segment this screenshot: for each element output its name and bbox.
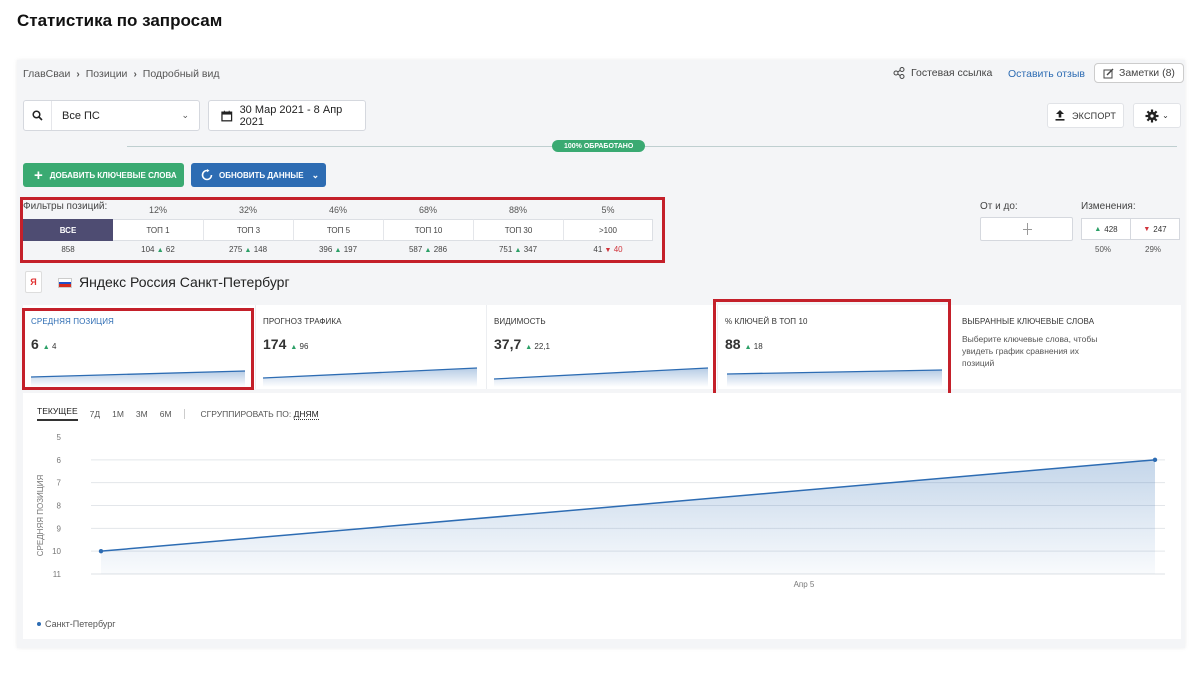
export-button[interactable]: ЭКСПОРТ [1047, 103, 1124, 128]
data-point [1152, 457, 1158, 463]
series-area [101, 459, 1155, 574]
changes-label: Изменения: [1081, 201, 1136, 212]
upload-icon [1055, 110, 1065, 121]
card-label: ВЫБРАННЫЕ КЛЮЧЕВЫЕ СЛОВА [962, 317, 1095, 326]
search-icon [24, 101, 52, 130]
sparkline [262, 367, 478, 387]
settings-button[interactable]: ⌄ [1133, 103, 1181, 128]
changes-up-filter[interactable]: ▲ 428 [1081, 218, 1131, 240]
update-data-label: ОБНОВИТЬ ДАННЫЕ [219, 170, 304, 180]
edit-icon [1103, 68, 1114, 78]
tabs-divider [183, 408, 185, 419]
processing-progress-line [127, 146, 1177, 147]
date-range-label: 30 Мар 2021 - 8 Апр 2021 [239, 103, 343, 128]
share-icon [893, 67, 905, 79]
y-tick-label: 9 [57, 524, 62, 533]
chevron-right-icon: › [76, 68, 80, 80]
y-tick-label: 5 [57, 433, 62, 442]
card-value: 174 ▲ 96 [263, 336, 309, 352]
highlight-box-average-position [22, 308, 254, 390]
chevron-down-icon: ⌄ [181, 110, 189, 120]
chevron-down-icon: ⌄ [311, 169, 320, 180]
card-description: Выберите ключевые слова, чтобы увидеть г… [962, 334, 1098, 368]
breadcrumb-item[interactable]: Позиции [86, 68, 128, 80]
tab-1m[interactable]: 1М [112, 409, 124, 419]
notes-label: Заметки (8) [1119, 67, 1175, 79]
y-tick-label: 7 [57, 479, 62, 488]
search-engine-select[interactable]: Все ПС ⌄ [23, 100, 200, 131]
update-data-button[interactable]: ОБНОВИТЬ ДАННЫЕ ⌄ [191, 163, 326, 187]
add-keywords-button[interactable]: + ДОБАВИТЬ КЛЮЧЕВЫЕ СЛОВА [23, 163, 184, 187]
sparkline [493, 367, 709, 387]
legend-dot [37, 622, 41, 626]
tab-3m[interactable]: 3М [136, 409, 148, 419]
arrow-up-icon: ▲ [1094, 225, 1102, 233]
notes-button[interactable]: Заметки (8) [1094, 63, 1184, 83]
tab-6m[interactable]: 6М [160, 409, 172, 419]
breadcrumb-item: Подробный вид [142, 68, 220, 80]
changes-up-value: 428 [1104, 224, 1118, 234]
changes-up-percent: 50% [1095, 245, 1112, 254]
breadcrumb: ГлавСваи › Позиции › Подробный вид [23, 68, 219, 80]
card-label: ВИДИМОСТЬ [494, 317, 546, 326]
card-visibility[interactable]: ВИДИМОСТЬ 37,7 ▲ 22,1 [486, 305, 717, 389]
region-title: Яндекс Россия Санкт-Петербург [79, 274, 290, 290]
search-engine-value: Все ПС [62, 109, 100, 122]
processed-badge: 100% ОБРАБОТАНО [552, 140, 646, 152]
position-chart: 5 6 7 8 9 10 11 СРЕДНЯЯ ПОЗИЦИЯ Апр 5 [36, 433, 1165, 589]
group-by-select[interactable]: ДНЯМ [293, 408, 319, 420]
changes-down-value: 247 [1153, 224, 1167, 234]
card-value: 37,7 ▲ 22,1 [494, 336, 550, 352]
y-tick-label: 10 [52, 547, 61, 556]
tab-current[interactable]: ТЕКУЩЕЕ [37, 406, 78, 421]
period-tabs: ТЕКУЩЕЕ 7Д 1М 3М 6М СГРУППИРОВАТЬ ПО: ДН… [37, 406, 319, 421]
y-tick-label: 8 [57, 502, 62, 511]
range-dash [1023, 229, 1032, 230]
refresh-icon [201, 169, 213, 181]
add-keywords-label: ДОБАВИТЬ КЛЮЧЕВЫЕ СЛОВА [49, 170, 177, 180]
export-label: ЭКСПОРТ [1071, 110, 1117, 121]
tab-7d[interactable]: 7Д [90, 409, 100, 419]
chevron-right-icon: › [133, 68, 137, 80]
chart-panel: ТЕКУЩЕЕ 7Д 1М 3М 6М СГРУППИРОВАТЬ ПО: ДН… [23, 393, 1181, 639]
changes-down-percent: 29% [1145, 245, 1162, 254]
group-by-label: СГРУППИРОВАТЬ ПО: ДНЯМ [200, 408, 319, 420]
range-label: От и до: [980, 201, 1018, 212]
guest-link-label: Гостевая ссылка [911, 67, 993, 79]
gear-icon [1145, 109, 1159, 122]
date-range-picker[interactable]: 30 Мар 2021 - 8 Апр 2021 [208, 100, 366, 131]
card-selected-keywords: ВЫБРАННЫЕ КЛЮЧЕВЫЕ СЛОВА Выберите ключев… [954, 305, 1181, 389]
y-tick-label: 11 [53, 570, 62, 579]
chevron-down-icon: ⌄ [1162, 111, 1169, 120]
plus-icon: + [34, 166, 43, 184]
russia-flag-icon [58, 278, 72, 288]
y-tick-label: 6 [57, 456, 62, 465]
app-window: ГлавСваи › Позиции › Подробный вид Госте… [17, 60, 1185, 648]
top-bar: ГлавСваи › Позиции › Подробный вид Госте… [17, 60, 1185, 88]
changes-down-filter[interactable]: ▼ 247 [1130, 218, 1180, 240]
breadcrumb-item[interactable]: ГлавСваи [23, 68, 70, 80]
data-point [98, 548, 104, 554]
arrow-down-icon: ▼ [1143, 225, 1151, 233]
card-label: ПРОГНОЗ ТРАФИКА [263, 317, 342, 326]
range-slider-input[interactable] [980, 217, 1073, 241]
chart-legend[interactable]: Санкт-Петербург [37, 619, 116, 629]
filters-highlight-box [20, 197, 665, 263]
legend-label: Санкт-Петербург [45, 619, 116, 629]
page-title: Статистика по запросам [17, 11, 223, 30]
yandex-logo: Я [25, 271, 42, 293]
x-tick-label: Апр 5 [794, 580, 815, 589]
calendar-icon [221, 110, 233, 121]
highlight-box-top10 [713, 299, 951, 400]
guest-link-button[interactable]: Гостевая ссылка [893, 67, 992, 79]
y-axis-label: СРЕДНЯЯ ПОЗИЦИЯ [36, 475, 45, 557]
feedback-link[interactable]: Оставить отзыв [1008, 68, 1085, 80]
card-traffic-forecast[interactable]: ПРОГНОЗ ТРАФИКА 174 ▲ 96 [255, 305, 486, 389]
